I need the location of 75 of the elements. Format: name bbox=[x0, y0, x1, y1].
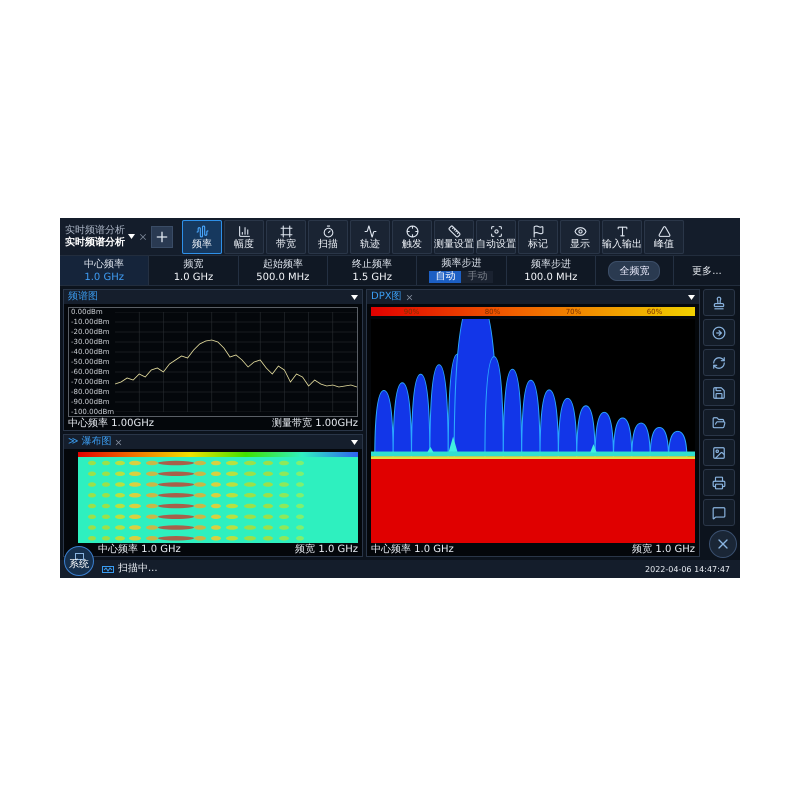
panel-tab[interactable]: DPX图 bbox=[371, 291, 402, 303]
toolbar-button[interactable]: 测量设置 bbox=[434, 220, 474, 254]
bandwidth-label: 频宽 1.0 GHz bbox=[632, 544, 695, 556]
toolbar-button[interactable]: 自动设置 bbox=[476, 220, 516, 254]
parameter-button[interactable]: 终止频率 1.5 GHz bbox=[328, 256, 418, 285]
center-frequency-label: 中心频率 1.00GHz bbox=[68, 418, 154, 430]
focus-icon bbox=[490, 224, 502, 238]
expand-glyph[interactable]: ≫ bbox=[68, 436, 78, 448]
toolbar-button[interactable]: 触发 bbox=[392, 220, 432, 254]
save-icon bbox=[712, 386, 726, 400]
refresh-icon bbox=[712, 356, 726, 370]
center-frequency-label: 中心频率 1.0 GHz bbox=[371, 544, 454, 556]
dropdown-icon[interactable] bbox=[688, 294, 695, 300]
stamp-icon bbox=[712, 296, 726, 310]
close-icon[interactable] bbox=[138, 232, 148, 242]
toolbar-button[interactable]: 轨迹 bbox=[350, 220, 390, 254]
parameter-button[interactable]: 频率步进 100.0 MHz bbox=[506, 256, 596, 285]
toolbar-button[interactable]: 峰值 bbox=[644, 220, 684, 254]
mode-option[interactable]: 手动 bbox=[461, 271, 494, 283]
flag-icon bbox=[532, 224, 544, 238]
panel-tab[interactable]: 瀑布图 bbox=[81, 436, 112, 448]
parameter-button[interactable]: 中心频率 1.0 GHz bbox=[60, 256, 150, 285]
side-button[interactable] bbox=[703, 289, 735, 316]
mode-name: 实时频谱分析 bbox=[65, 236, 125, 248]
toolbar-button[interactable]: 频率 bbox=[182, 220, 222, 254]
side-button[interactable] bbox=[703, 469, 735, 496]
pulse-icon bbox=[364, 224, 376, 238]
toolbar-button[interactable]: 显示 bbox=[560, 220, 600, 254]
crosshair-icon bbox=[406, 224, 418, 238]
waveform-icon bbox=[196, 224, 208, 238]
panel-tab[interactable]: 频谱图 bbox=[68, 291, 98, 303]
dropdown-icon[interactable] bbox=[351, 294, 358, 300]
dropdown-icon[interactable] bbox=[351, 440, 358, 444]
parameter-button[interactable]: 频宽 1.0 GHz bbox=[149, 256, 239, 285]
bandwidth-label: 频宽 1.0 GHz bbox=[295, 544, 358, 556]
waveform-icon bbox=[102, 566, 114, 572]
close-icon[interactable] bbox=[114, 438, 124, 446]
side-button[interactable] bbox=[703, 349, 735, 376]
triangle-icon bbox=[658, 224, 670, 238]
mode-caption: 实时频谱分析 bbox=[65, 224, 125, 236]
toolbar-button[interactable]: 幅度 bbox=[224, 220, 264, 254]
parameter-button[interactable]: 起始频率 500.0 MHz bbox=[238, 256, 328, 285]
ruler-icon bbox=[448, 224, 460, 238]
status-message: 扫描中... bbox=[118, 563, 158, 575]
bandwidth-label: 测量带宽 1.00GHz bbox=[272, 418, 358, 430]
folder-icon bbox=[712, 416, 726, 430]
full-span-button[interactable]: 全频宽 bbox=[608, 260, 660, 280]
message-icon bbox=[712, 506, 726, 520]
date-time: 2022-04-06 14:47:47 bbox=[645, 564, 730, 574]
center-frequency-label: 中心频率 1.0 GHz bbox=[98, 544, 181, 556]
parameter-label: 频率步进 bbox=[441, 258, 482, 269]
side-button[interactable] bbox=[703, 379, 735, 406]
dropdown-icon[interactable] bbox=[128, 234, 135, 239]
bar-chart-icon bbox=[238, 224, 250, 238]
timer-icon bbox=[322, 224, 334, 238]
toolbar-button[interactable]: 输入输出 bbox=[602, 220, 642, 254]
more-link[interactable]: 更多... bbox=[692, 264, 722, 278]
add-button[interactable] bbox=[151, 226, 173, 248]
screen-icon bbox=[74, 552, 84, 560]
toolbar-button[interactable]: 带宽 bbox=[266, 220, 306, 254]
mode-option[interactable]: 自动 bbox=[429, 271, 462, 283]
image-icon bbox=[712, 446, 726, 460]
side-button[interactable] bbox=[703, 439, 735, 466]
eye-icon bbox=[574, 224, 586, 238]
plus-icon bbox=[154, 228, 170, 244]
arrow-circle-icon bbox=[712, 326, 726, 340]
side-button[interactable] bbox=[703, 409, 735, 436]
toolbar-button[interactable]: 扫描 bbox=[308, 220, 348, 254]
text-icon bbox=[616, 224, 628, 238]
close-button[interactable] bbox=[709, 530, 737, 558]
side-button[interactable] bbox=[703, 319, 735, 346]
toolbar-button[interactable]: 标记 bbox=[518, 220, 558, 254]
close-icon[interactable] bbox=[404, 292, 414, 302]
printer-icon bbox=[712, 476, 726, 490]
side-button[interactable] bbox=[703, 499, 735, 526]
